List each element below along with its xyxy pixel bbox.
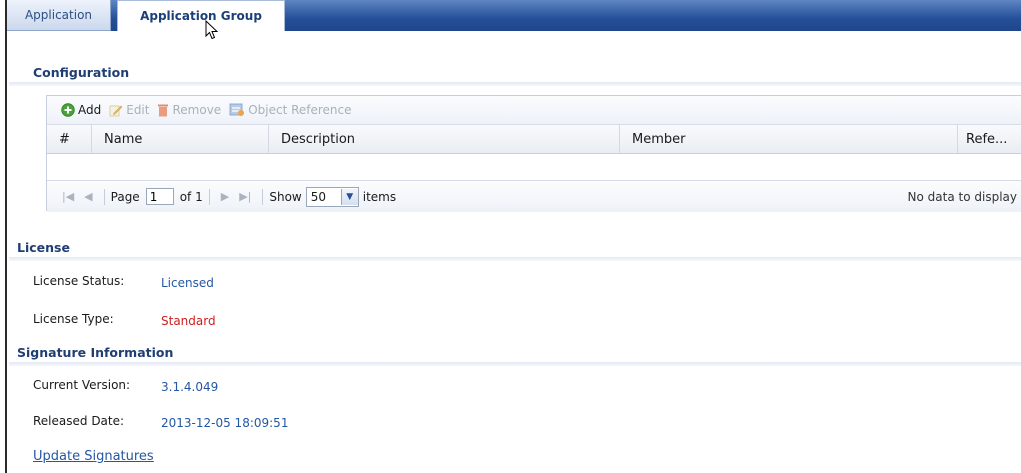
column-header-reference[interactable]: Refe... — [958, 125, 1021, 153]
edit-button[interactable]: Edit — [109, 103, 149, 117]
application-group-table: Add Edit Remove Object Reference # Name … — [46, 95, 1021, 212]
remove-button[interactable]: Remove — [157, 103, 221, 117]
license-type-label: License Type: — [33, 312, 114, 326]
items-label: items — [362, 189, 397, 204]
signature-information-heading: Signature Information — [17, 345, 174, 360]
first-page-icon[interactable]: |◀ — [62, 190, 74, 203]
signature-divider — [9, 362, 1021, 366]
last-page-icon[interactable]: ▶| — [239, 190, 251, 203]
configuration-heading: Configuration — [33, 65, 130, 80]
edit-button-label: Edit — [126, 103, 150, 117]
page-count-label: of 1 — [179, 189, 203, 204]
edit-icon — [109, 105, 123, 117]
configuration-divider — [9, 82, 1021, 86]
add-button[interactable]: Add — [61, 103, 101, 117]
tab-application-group[interactable]: Application Group — [117, 0, 285, 31]
released-date-value: 2013-12-05 18:09:51 — [161, 416, 289, 430]
license-divider — [9, 257, 1021, 261]
previous-page-icon[interactable]: ◀ — [84, 190, 92, 203]
table-toolbar: Add Edit Remove Object Reference — [47, 96, 1021, 124]
license-heading: License — [17, 240, 70, 255]
column-header-member[interactable]: Member — [620, 125, 958, 153]
trash-icon — [158, 104, 169, 117]
column-header-name[interactable]: Name — [92, 125, 269, 153]
license-status-label: License Status: — [33, 274, 125, 288]
column-header-description[interactable]: Description — [269, 125, 620, 153]
object-reference-button[interactable]: Object Reference — [229, 103, 352, 117]
remove-button-label: Remove — [172, 103, 222, 117]
main-panel: Application Application Group Configurat… — [5, 0, 1021, 473]
pager-separator — [262, 188, 264, 205]
items-per-page-select[interactable]: 50 ▼ — [305, 186, 359, 207]
show-label: Show — [269, 189, 302, 204]
license-status-value: Licensed — [161, 276, 214, 290]
released-date-label: Released Date: — [33, 414, 125, 428]
items-per-page-value: 50 — [310, 189, 327, 204]
add-icon — [61, 103, 75, 117]
mouse-cursor-icon — [205, 20, 219, 40]
column-header-number[interactable]: # — [47, 125, 92, 153]
current-version-value: 3.1.4.049 — [161, 380, 219, 394]
update-signatures-link[interactable]: Update Signatures — [33, 449, 154, 464]
next-page-icon[interactable]: ▶ — [221, 190, 229, 203]
table-pager: |◀ ◀ Page of 1 ▶ ▶| Show 50 ▼ items No d… — [47, 180, 1021, 212]
chevron-down-icon[interactable]: ▼ — [340, 188, 358, 205]
license-type-value: Standard — [161, 314, 216, 328]
table-header: # Name Description Member Refe... — [47, 124, 1021, 154]
current-version-label: Current Version: — [33, 378, 131, 392]
page-label: Page — [110, 189, 140, 204]
page-number-input[interactable] — [145, 188, 174, 205]
tab-bar: Application Application Group — [7, 0, 1021, 31]
object-reference-button-label: Object Reference — [248, 103, 352, 117]
pager-separator — [208, 188, 210, 205]
object-reference-icon — [229, 103, 245, 116]
add-button-label: Add — [78, 103, 102, 117]
tab-application[interactable]: Application — [7, 0, 111, 31]
no-data-message: No data to display — [907, 190, 1017, 204]
pager-separator — [103, 188, 105, 205]
